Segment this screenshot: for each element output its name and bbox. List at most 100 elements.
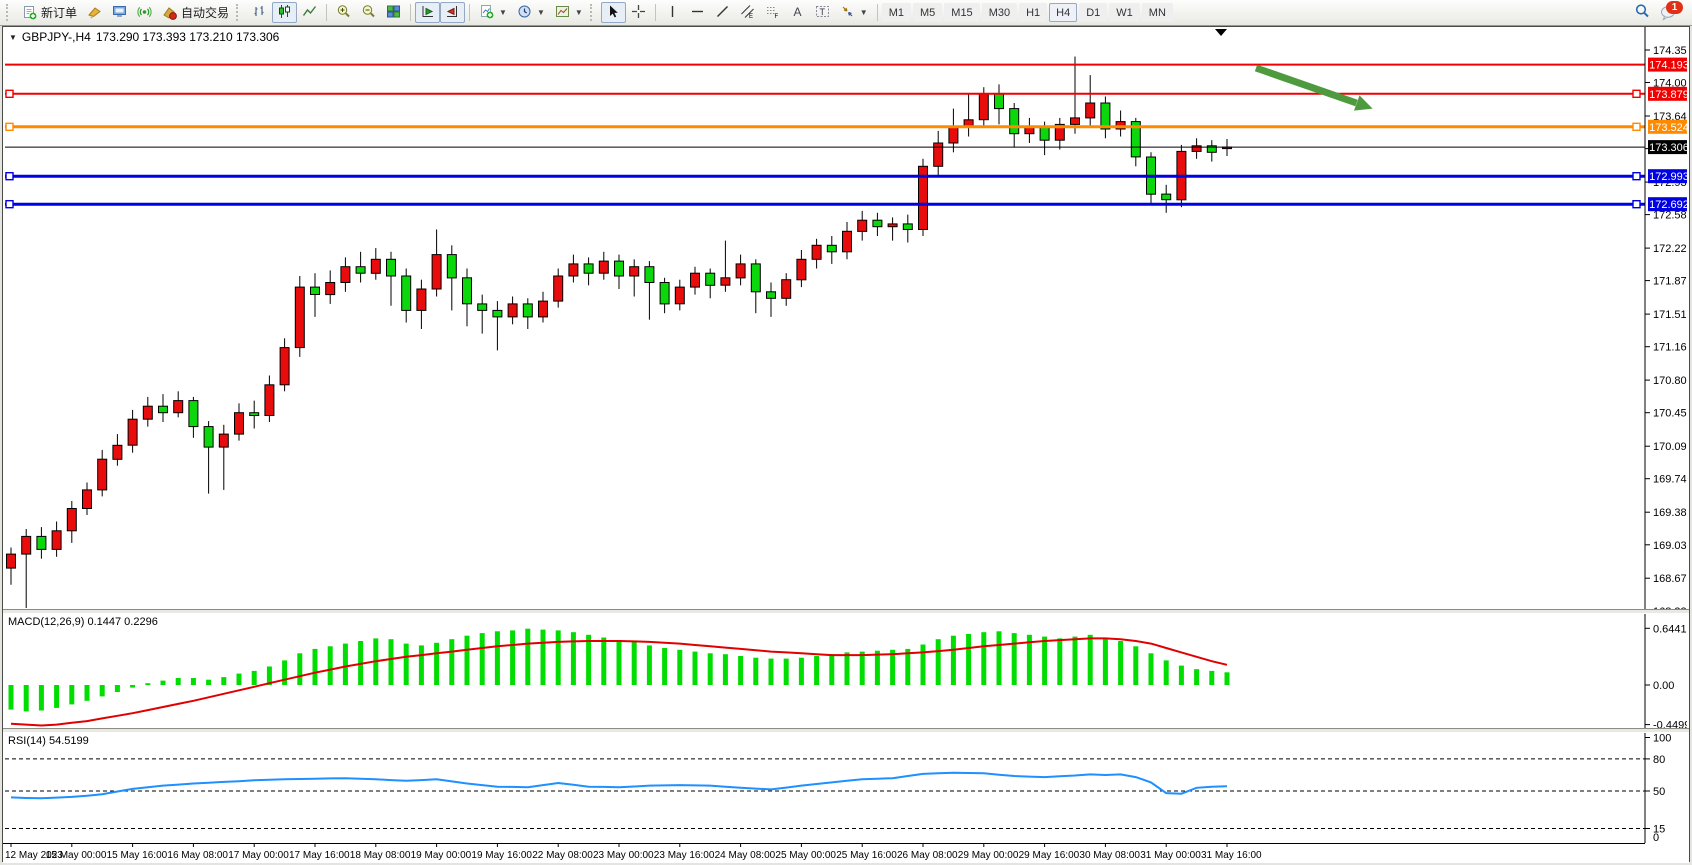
svg-text:E: E: [749, 14, 753, 19]
bar-chart-icon: [252, 4, 267, 22]
symbol-collapse-icon[interactable]: ▼: [9, 33, 17, 42]
timeframe-h4-button[interactable]: H4: [1049, 3, 1077, 22]
svg-text:169.030: 169.030: [1653, 540, 1687, 552]
styler-button[interactable]: [82, 2, 107, 23]
toolbar-grip[interactable]: [236, 4, 243, 21]
horizontal-line-172.993[interactable]: [5, 173, 1645, 180]
timeframe-m15-button[interactable]: M15: [944, 3, 979, 22]
svg-text:16 May 08:00: 16 May 08:00: [167, 850, 228, 861]
candlestick-chart-icon: [277, 4, 292, 22]
crosshair-button[interactable]: [626, 2, 651, 23]
svg-text:172.993: 172.993: [1649, 171, 1687, 183]
horizontal-line-icon: [690, 4, 705, 22]
toolbar-grip[interactable]: [590, 4, 597, 21]
search-button[interactable]: [1629, 2, 1655, 23]
horizontal-line-173.524[interactable]: [5, 123, 1645, 130]
channel-tool-button[interactable]: E: [735, 2, 760, 23]
text-label-tool-button[interactable]: T: [810, 2, 835, 23]
tile-windows-button[interactable]: [381, 2, 406, 23]
macd-pane[interactable]: 0.64410.00-0.4499 MACD(12,26,9) 0.1447 0…: [3, 614, 1689, 728]
chart-shift-marker-icon[interactable]: [1215, 29, 1227, 36]
autotrading-icon: [162, 5, 177, 20]
svg-text:173.306: 173.306: [1649, 142, 1687, 154]
text-tool-button[interactable]: A: [785, 2, 810, 23]
vertical-line-tool-button[interactable]: [660, 2, 685, 23]
timeframe-m30-button[interactable]: M30: [982, 3, 1017, 22]
horizontal-line-tool-button[interactable]: [685, 2, 710, 23]
toolbar-separator: [326, 4, 327, 21]
timeframe-m5-button[interactable]: M5: [913, 3, 942, 22]
line-chart-button[interactable]: [297, 2, 322, 23]
fibonacci-icon: F: [765, 4, 780, 22]
horizontal-line-172.692[interactable]: [5, 201, 1645, 208]
zoom-out-icon: [361, 4, 376, 22]
autoscroll-icon: [420, 4, 435, 22]
new-order-label: 新订单: [41, 4, 77, 21]
trendline-tool-button[interactable]: [710, 2, 735, 23]
svg-text:168.320: 168.320: [1653, 606, 1687, 609]
toolbar-separator: [877, 4, 878, 21]
horizontal-line-173.879[interactable]: [5, 90, 1645, 97]
price-chart-pane[interactable]: 174.350174.000173.640173.290172.930172.5…: [3, 27, 1689, 609]
svg-text:-0.4499: -0.4499: [1653, 720, 1687, 728]
svg-text:173.879: 173.879: [1649, 89, 1687, 101]
autotrading-button[interactable]: 自动交易: [157, 2, 234, 23]
chart-symbol-period: GBPJPY-,H4: [22, 30, 91, 44]
svg-text:25 May 00:00: 25 May 00:00: [775, 850, 836, 861]
svg-text:17 May 16:00: 17 May 16:00: [289, 850, 350, 861]
svg-text:19 May 00:00: 19 May 00:00: [411, 850, 472, 861]
notifications-button[interactable]: 1: [1655, 2, 1682, 23]
svg-text:F: F: [774, 14, 778, 19]
svg-text:168.670: 168.670: [1653, 573, 1687, 585]
bar-chart-button[interactable]: [247, 2, 272, 23]
svg-text:18 May 08:00: 18 May 08:00: [350, 850, 411, 861]
new-order-button[interactable]: 新订单: [17, 2, 82, 23]
svg-text:29 May 00:00: 29 May 00:00: [958, 850, 1019, 861]
timeframe-h1-button[interactable]: H1: [1019, 3, 1047, 22]
toolbar-grip[interactable]: [6, 4, 13, 21]
svg-text:172.580: 172.580: [1653, 210, 1687, 222]
svg-text:170.800: 170.800: [1653, 375, 1687, 387]
zoom-out-button[interactable]: [356, 2, 381, 23]
chart-shift-button[interactable]: [440, 2, 465, 23]
trend-arrow-annotation[interactable]: [1256, 68, 1373, 111]
dropdown-caret-icon: ▼: [575, 8, 583, 17]
zoom-in-icon: [336, 4, 351, 22]
macd-label: MACD(12,26,9) 0.1447 0.2296: [8, 616, 158, 628]
signals-icon: [137, 4, 152, 22]
tile-windows-icon: [386, 4, 401, 22]
templates-dropdown-button[interactable]: ▼: [550, 2, 588, 23]
timeframe-m1-button[interactable]: M1: [882, 3, 911, 22]
candlestick-chart-button[interactable]: [272, 2, 297, 23]
cursor-button[interactable]: [601, 2, 626, 23]
autoscroll-button[interactable]: [415, 2, 440, 23]
text-icon: A: [790, 4, 805, 22]
svg-text:23 May 16:00: 23 May 16:00: [654, 850, 715, 861]
svg-text:174.350: 174.350: [1653, 45, 1687, 57]
svg-text:17 May 00:00: 17 May 00:00: [228, 850, 289, 861]
toolbar-separator: [469, 4, 470, 21]
arrows-dropdown-button[interactable]: ▼: [835, 2, 873, 23]
search-icon: [1634, 3, 1650, 22]
svg-text:172.220: 172.220: [1653, 243, 1687, 255]
new-chart-dropdown-button[interactable]: ▼: [474, 2, 512, 23]
fibonacci-tool-button[interactable]: F: [760, 2, 785, 23]
metaeditor-button[interactable]: [107, 2, 132, 23]
rsi-pane[interactable]: 1008050150 RSI(14) 54.5199: [3, 733, 1689, 843]
svg-text:170.450: 170.450: [1653, 408, 1687, 420]
time-axis[interactable]: 12 May 202315 May 00:0015 May 16:0016 Ma…: [3, 843, 1689, 863]
zoom-in-button[interactable]: [331, 2, 356, 23]
svg-text:31 May 00:00: 31 May 00:00: [1140, 850, 1201, 861]
svg-text:29 May 16:00: 29 May 16:00: [1019, 850, 1080, 861]
periods-dropdown-button[interactable]: ▼: [512, 2, 550, 23]
svg-text:26 May 08:00: 26 May 08:00: [897, 850, 958, 861]
rsi-line: [11, 773, 1227, 799]
timeframe-w1-button[interactable]: W1: [1109, 3, 1140, 22]
signals-button[interactable]: [132, 2, 157, 23]
timeframe-d1-button[interactable]: D1: [1079, 3, 1107, 22]
candles-series: [7, 57, 1232, 609]
timeframe-mn-button[interactable]: MN: [1142, 3, 1173, 22]
equidistant-channel-icon: E: [740, 4, 755, 22]
styler-icon: [87, 4, 102, 22]
chat-bubble-icon: 1: [1660, 5, 1677, 21]
